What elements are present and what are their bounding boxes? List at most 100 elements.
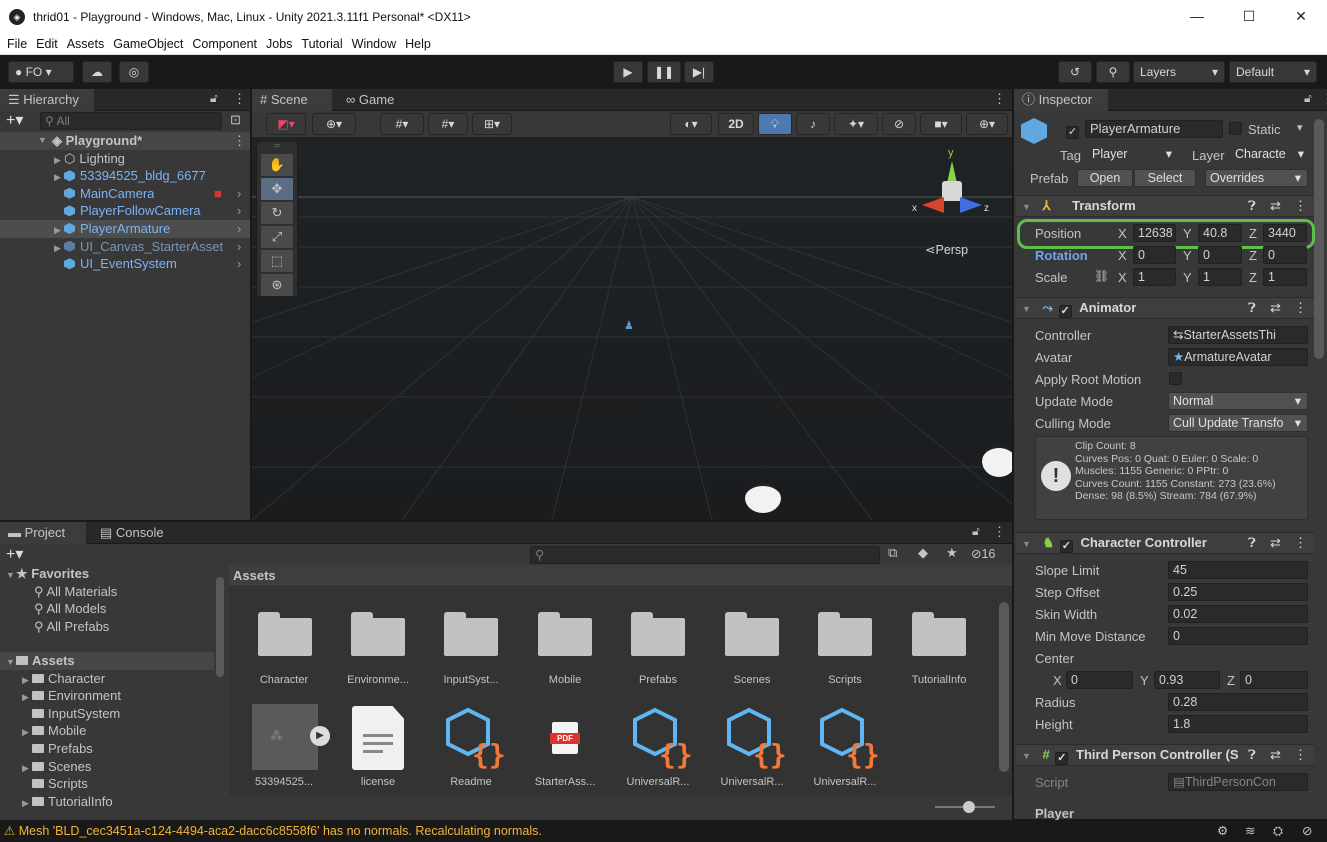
menu-jobs[interactable]: Jobs <box>266 37 292 51</box>
inspector-scrollbar[interactable] <box>1314 119 1324 359</box>
collab-button[interactable]: ◎ <box>119 61 149 83</box>
persp-label[interactable]: ⋖Persp <box>925 242 968 257</box>
hierarchy-item-ui-eventsystem[interactable]: UI_EventSystem › <box>0 255 250 273</box>
component-more-icon[interactable]: ⋮ <box>1294 196 1307 216</box>
more-icon[interactable]: ⋮ <box>993 524 1006 540</box>
play-button[interactable]: ▶ <box>613 61 643 83</box>
help-icon[interactable]: ❓︎ <box>1248 196 1256 216</box>
more-icon[interactable]: ⋮ <box>1321 91 1327 107</box>
tree-scrollbar[interactable] <box>216 577 224 677</box>
prefab-overrides-dropdown[interactable]: Overrides ▾ <box>1205 169 1308 187</box>
position-y-field[interactable]: 40.8 <box>1198 224 1242 242</box>
scene-search-icon[interactable]: ⊡ <box>230 112 241 128</box>
tab-scene[interactable]: # Scene <box>252 89 332 111</box>
tab-hierarchy[interactable]: ☰ Hierarchy <box>0 89 94 111</box>
chevron-right-icon[interactable]: › <box>237 255 241 273</box>
cache-server-icon[interactable]: ≋ <box>1245 820 1255 842</box>
asset-folder-character[interactable]: Character <box>239 674 329 686</box>
expand-play-icon[interactable]: ▶ <box>310 726 330 746</box>
folder-icon[interactable] <box>818 612 872 656</box>
pause-button[interactable]: ❚❚ <box>647 61 681 83</box>
rotation-z-field[interactable]: 0 <box>1263 246 1307 264</box>
player-marker-icon[interactable]: ♟ <box>624 319 634 332</box>
more-icon[interactable]: ⋮ <box>233 91 246 107</box>
rotation-y-field[interactable]: 0 <box>1198 246 1242 264</box>
favorites-row[interactable]: ▼★ Favorites <box>0 565 214 583</box>
asset-file-license[interactable]: license <box>333 776 423 788</box>
assets-root-row[interactable]: ▼ Assets <box>0 652 214 670</box>
script-asset-icon[interactable]: {} <box>631 706 695 770</box>
animator-header[interactable]: ▼ ⤳ ✓ Animator ❓︎ ⇄ ⋮ <box>1016 297 1314 319</box>
tree-folder-scenes[interactable]: ▶ Scenes <box>0 758 214 776</box>
component-more-icon[interactable]: ⋮ <box>1294 533 1307 553</box>
hand-tool-button[interactable]: ✋ <box>261 154 293 176</box>
step-offset-field[interactable]: 0.25 <box>1168 583 1308 601</box>
character-controller-header[interactable]: ▼ ♞ ✓ Character Controller ❓︎ ⇄ ⋮ <box>1016 532 1314 554</box>
effects-dropdown[interactable]: ✦▾ <box>834 113 878 135</box>
minimize-button[interactable]: — <box>1171 0 1223 33</box>
bug-icon[interactable]: ⚙ <box>1217 820 1228 842</box>
tag-dropdown[interactable]: Player ▾ <box>1088 146 1178 164</box>
asset-file-starterassets-pdf[interactable]: StarterAss... <box>520 776 610 788</box>
transform-header[interactable]: ▼ ⅄ Transform ❓︎ ⇄ ⋮ <box>1016 195 1314 217</box>
hierarchy-item-lighting[interactable]: ▶ ⬡ Lighting <box>0 150 250 168</box>
rect-tool-button[interactable]: ⬚ <box>261 250 293 272</box>
lock-icon[interactable]: 🔓︎ <box>972 524 980 539</box>
link-icon[interactable]: ⛓︎ <box>1094 269 1109 283</box>
script-asset-icon[interactable]: {} <box>818 706 882 770</box>
hierarchy-item-bldg[interactable]: ▶ 53394525_bldg_6677 <box>0 167 250 185</box>
filter-label-icon[interactable]: ◆ <box>918 545 928 561</box>
shading-mode-dropdown[interactable]: ◐▾ <box>670 113 712 135</box>
scale-tool-button[interactable]: ⤢ <box>261 226 293 248</box>
preset-icon[interactable]: ⇄ <box>1270 533 1281 553</box>
center-x-field[interactable]: 0 <box>1066 671 1133 689</box>
camera-dropdown[interactable]: ■▾ <box>920 113 962 135</box>
tree-folder-prefabs[interactable]: Prefabs <box>0 740 214 758</box>
menu-window[interactable]: Window <box>352 37 396 51</box>
lock-icon[interactable]: 🔓︎ <box>1304 91 1312 106</box>
favorite-all-models[interactable]: ⚲ All Models <box>0 600 214 618</box>
asset-file-readme[interactable]: Readme <box>426 776 516 788</box>
snap-grid-dropdown[interactable]: #▾ <box>380 113 424 135</box>
height-field[interactable]: 1.8 <box>1168 715 1308 733</box>
scene-more-icon[interactable]: ⋮ <box>993 91 1006 107</box>
text-file-icon[interactable] <box>352 706 404 770</box>
center-y-field[interactable]: 0.93 <box>1154 671 1220 689</box>
hierarchy-item-playerfollowcamera[interactable]: PlayerFollowCamera › <box>0 202 250 220</box>
prefab-select-button[interactable]: Select <box>1134 169 1196 187</box>
gizmos-dropdown[interactable]: ⊕▾ <box>966 113 1008 135</box>
tab-console[interactable]: ▤ Console <box>92 522 182 544</box>
close-button[interactable]: ✕ <box>1275 0 1327 33</box>
model-thumbnail[interactable]: ⁂ <box>252 704 318 770</box>
hierarchy-item-maincamera[interactable]: MainCamera ■ › <box>0 185 250 203</box>
asset-grid-scrollbar[interactable] <box>999 602 1009 772</box>
align-dropdown[interactable]: ⊞▾ <box>472 113 512 135</box>
preset-icon[interactable]: ⇄ <box>1270 196 1281 216</box>
move-tool-button[interactable]: ✥ <box>261 178 293 200</box>
hierarchy-item-ui-canvas[interactable]: ▶ UI_Canvas_StarterAsset › <box>0 238 250 256</box>
maximize-button[interactable]: ☐ <box>1223 0 1275 33</box>
hidden-packages-toggle[interactable]: ⊘16 <box>971 546 995 561</box>
character-controller-enabled-checkbox[interactable]: ✓ <box>1059 540 1073 553</box>
folder-icon[interactable] <box>912 612 966 656</box>
folder-icon[interactable] <box>631 612 685 656</box>
third-person-enabled-checkbox[interactable]: ✓ <box>1055 752 1069 765</box>
object-name-field[interactable]: PlayerArmature <box>1085 120 1223 138</box>
skin-width-field[interactable]: 0.02 <box>1168 605 1308 623</box>
tree-folder-mobile[interactable]: ▶ Mobile <box>0 722 214 740</box>
script-asset-icon[interactable]: {} <box>725 706 789 770</box>
increment-snap-dropdown[interactable]: #▾ <box>428 113 468 135</box>
project-search-input[interactable]: ⚲ <box>530 546 880 564</box>
min-move-distance-field[interactable]: 0 <box>1168 627 1308 645</box>
component-more-icon[interactable]: ⋮ <box>1294 745 1307 765</box>
folder-icon[interactable] <box>444 612 498 656</box>
chevron-right-icon[interactable]: › <box>237 238 241 256</box>
sphere-object[interactable] <box>982 445 1012 477</box>
assets-breadcrumb[interactable]: Assets <box>229 565 1012 587</box>
visibility-toggle[interactable]: ⊘ <box>882 113 916 135</box>
layer-dropdown[interactable]: Characte ▾ <box>1231 146 1308 164</box>
third-person-controller-header[interactable]: ▼ # ✓ Third Person Controller (S ❓︎ ⇄ ⋮ <box>1016 744 1314 766</box>
component-more-icon[interactable]: ⋮ <box>1294 298 1307 318</box>
chevron-down-icon[interactable]: ▾ <box>1297 121 1303 134</box>
search-button[interactable]: ⚲ <box>1096 61 1130 83</box>
